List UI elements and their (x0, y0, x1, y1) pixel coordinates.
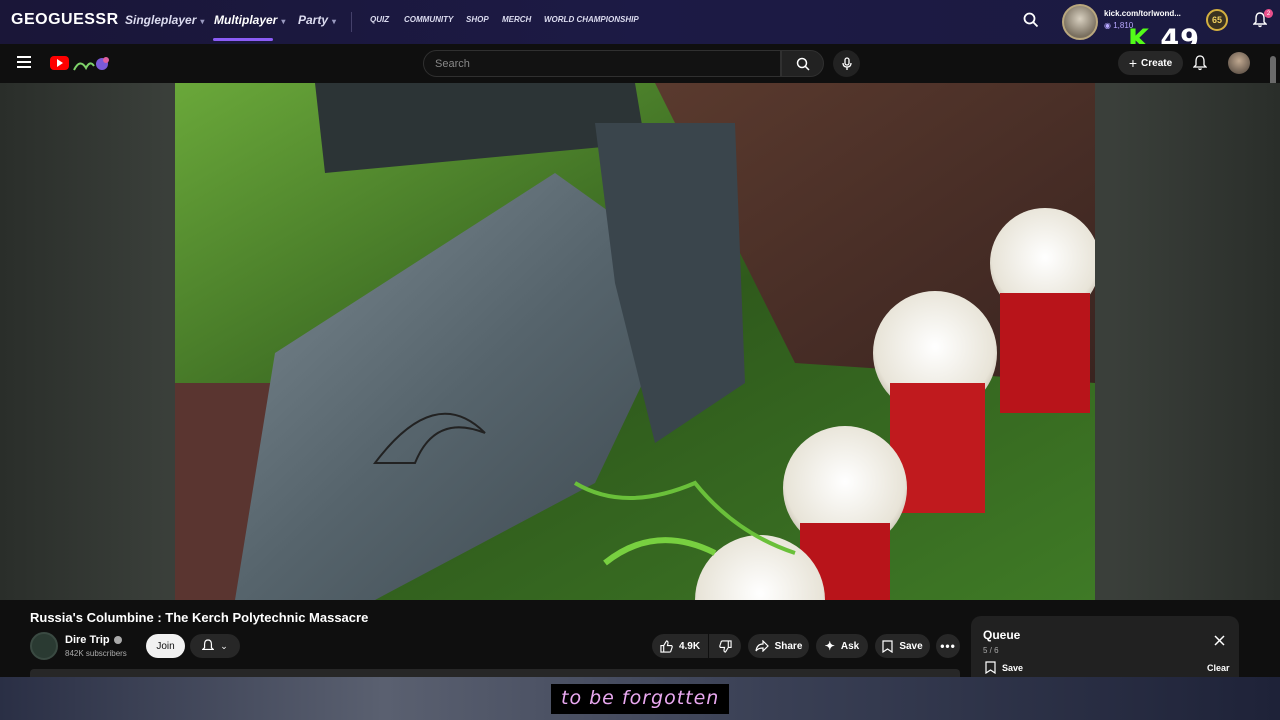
chevron-down-icon: ⌄ (220, 640, 228, 651)
nav-party[interactable]: Party ▾ (298, 13, 336, 27)
dislike-button[interactable] (709, 634, 741, 658)
subscription-notification-button[interactable]: ⌄ (190, 634, 240, 658)
bell-icon (202, 639, 215, 651)
voice-search-button[interactable] (833, 50, 860, 77)
search-icon[interactable] (1022, 11, 1040, 29)
bookmark-icon (882, 639, 893, 653)
geoguessr-header: GEOGUESSR Singleplayer ▾ Multiplayer ▾ Par… (0, 0, 1280, 44)
bookmark-icon (985, 661, 996, 674)
join-button[interactable]: Join (146, 634, 185, 658)
create-button[interactable]: + Create (1118, 51, 1183, 75)
player-name[interactable]: kick.com/torlwond... (1104, 9, 1181, 18)
chips-bar (30, 669, 960, 677)
queue-count: 5 / 6 (983, 646, 999, 655)
like-button[interactable]: 4.9K (652, 634, 708, 658)
thumbs-down-icon (718, 639, 732, 653)
close-icon[interactable] (1214, 635, 1225, 646)
share-button[interactable]: Share (748, 634, 809, 658)
subscriber-count: 842K subscribers (65, 649, 127, 658)
menu-icon[interactable] (17, 56, 31, 68)
sparkle-icon: ✦ (824, 639, 835, 653)
youtube-header: Search + Create (0, 44, 1280, 83)
queue-title: Queue (983, 628, 1021, 642)
share-icon (754, 640, 769, 652)
channel-name[interactable]: Dire Trip (65, 634, 122, 646)
queue-clear-button[interactable]: Clear (1207, 663, 1230, 673)
level-badge: 65 (1206, 9, 1228, 31)
nav-active-indicator (213, 38, 273, 41)
link-merch[interactable]: MERCH (502, 15, 531, 24)
more-actions-button[interactable]: ••• (936, 634, 960, 658)
notification-count: 2 (1264, 9, 1273, 18)
geoguessr-logo[interactable]: GEOGUESSR (11, 11, 119, 29)
thumbs-up-icon (660, 639, 673, 653)
nav-singleplayer[interactable]: Singleplayer ▾ (125, 13, 204, 27)
plus-icon: + (1128, 55, 1138, 71)
link-community[interactable]: COMMUNITY (404, 15, 453, 24)
link-shop[interactable]: SHOP (466, 15, 489, 24)
youtube-doodle-icon[interactable] (72, 54, 112, 74)
nav-divider (351, 12, 352, 32)
queue-save-button[interactable]: Save (985, 661, 1023, 674)
stream-caption: to be forgotten (551, 684, 730, 714)
video-frame[interactable] (175, 83, 1095, 600)
link-quiz[interactable]: QUIZ (370, 15, 389, 24)
more-icon: ••• (940, 639, 956, 653)
notifications-icon[interactable] (1193, 55, 1207, 71)
link-world-championship[interactable]: WORLD CHAMPIONSHIP (544, 15, 639, 24)
save-button[interactable]: Save (875, 634, 930, 658)
verified-icon (113, 636, 122, 645)
search-button[interactable] (781, 50, 824, 77)
ask-button[interactable]: ✦ Ask (816, 634, 868, 658)
video-title: Russia's Columbine : The Kerch Polytechn… (30, 610, 369, 625)
search-input[interactable]: Search (423, 50, 781, 77)
player-avatar[interactable] (1062, 4, 1098, 40)
channel-avatar[interactable] (30, 632, 58, 660)
nav-multiplayer[interactable]: Multiplayer ▾ (214, 13, 285, 27)
account-avatar[interactable] (1228, 52, 1250, 74)
video-still-image (175, 83, 1095, 600)
youtube-logo-icon[interactable] (50, 56, 69, 70)
queue-panel: Queue 5 / 6 Save Clear (971, 616, 1239, 677)
microphone-icon (841, 56, 852, 70)
search-icon (796, 57, 810, 71)
